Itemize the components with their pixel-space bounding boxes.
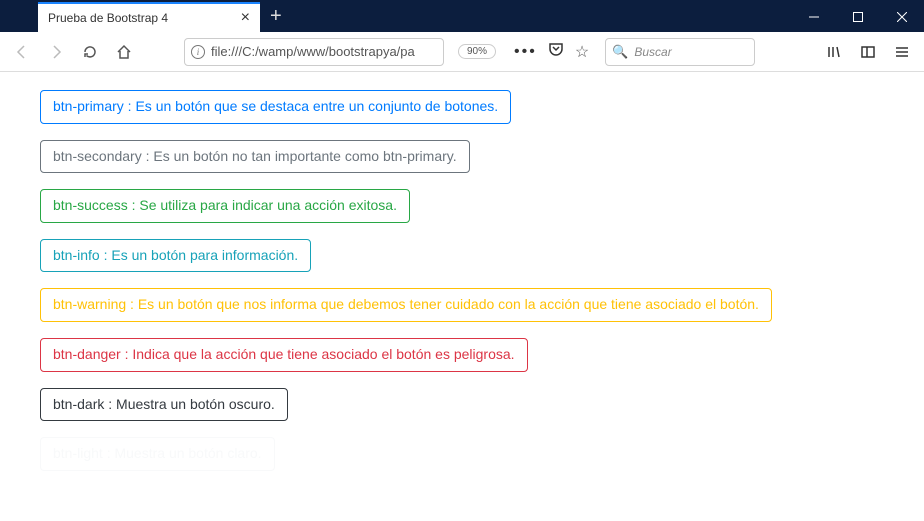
zoom-badge[interactable]: 90% xyxy=(458,44,496,59)
library-icon[interactable] xyxy=(820,38,848,66)
reload-button[interactable] xyxy=(76,38,104,66)
window-maximize-button[interactable] xyxy=(836,2,880,32)
btn-warning[interactable]: btn-warning : Es un botón que nos inform… xyxy=(40,288,772,322)
back-button[interactable] xyxy=(8,38,36,66)
btn-secondary[interactable]: btn-secondary : Es un botón no tan impor… xyxy=(40,140,470,174)
search-placeholder: Buscar xyxy=(634,45,671,59)
info-icon: i xyxy=(191,45,205,59)
url-bar[interactable]: i file:///C:/wamp/www/bootstrapya/pa xyxy=(184,38,444,66)
btn-info[interactable]: btn-info : Es un botón para información. xyxy=(40,239,311,273)
search-box[interactable]: 🔍 Buscar xyxy=(605,38,755,66)
page-actions-icon[interactable]: ••• xyxy=(514,43,537,61)
browser-toolbar: i file:///C:/wamp/www/bootstrapya/pa 90%… xyxy=(0,32,924,72)
sidebar-icon[interactable] xyxy=(854,38,882,66)
browser-titlebar: Prueba de Bootstrap 4 × + xyxy=(0,0,924,32)
btn-primary[interactable]: btn-primary : Es un botón que se destaca… xyxy=(40,90,511,124)
home-button[interactable] xyxy=(110,38,138,66)
search-icon: 🔍 xyxy=(612,44,628,60)
btn-danger[interactable]: btn-danger : Indica que la acción que ti… xyxy=(40,338,528,372)
close-tab-icon[interactable]: × xyxy=(241,9,250,27)
page-content: btn-primary : Es un botón que se destaca… xyxy=(0,72,924,499)
btn-success[interactable]: btn-success : Se utiliza para indicar un… xyxy=(40,189,410,223)
window-close-button[interactable] xyxy=(880,2,924,32)
btn-dark[interactable]: btn-dark : Muestra un botón oscuro. xyxy=(40,388,288,422)
window-minimize-button[interactable] xyxy=(792,2,836,32)
bookmark-star-icon[interactable]: ☆ xyxy=(575,42,589,62)
url-text: file:///C:/wamp/www/bootstrapya/pa xyxy=(211,44,437,59)
pocket-icon[interactable] xyxy=(547,41,565,62)
menu-icon[interactable] xyxy=(888,38,916,66)
new-tab-button[interactable]: + xyxy=(270,5,282,28)
browser-tab[interactable]: Prueba de Bootstrap 4 × xyxy=(38,2,260,32)
forward-button[interactable] xyxy=(42,38,70,66)
btn-light[interactable]: btn-light : Muestra un botón claro. xyxy=(40,437,275,471)
tab-title: Prueba de Bootstrap 4 xyxy=(48,11,233,25)
